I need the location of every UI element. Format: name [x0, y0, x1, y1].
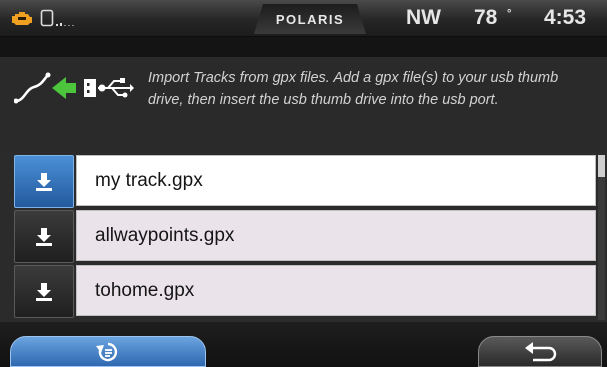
scrollbar-track[interactable] [598, 155, 605, 320]
info-panel: Import Tracks from gpx files. Add a gpx … [0, 57, 607, 152]
import-button[interactable] [14, 155, 74, 208]
brand-tab[interactable]: POLARIS [254, 4, 366, 34]
engine-warning-icon[interactable] [10, 9, 34, 27]
file-name-field[interactable]: my track.gpx [76, 155, 596, 206]
file-name-field[interactable]: allwaypoints.gpx [76, 210, 596, 261]
back-button[interactable] [478, 336, 602, 367]
route-recalc-button[interactable] [10, 336, 206, 367]
temperature-unit: ° [507, 8, 512, 20]
file-name: my track.gpx [95, 169, 203, 191]
track-icon [14, 72, 51, 104]
clock: 4:53 [544, 6, 587, 29]
file-name-field[interactable]: tohome.gpx [76, 265, 596, 316]
list-item[interactable]: my track.gpx [14, 155, 598, 208]
import-button[interactable] [14, 265, 74, 318]
file-name: allwaypoints.gpx [95, 224, 235, 246]
list-item[interactable]: tohome.gpx [14, 265, 598, 318]
brand-logo: POLARIS [275, 11, 345, 27]
phone-icon [40, 9, 54, 27]
file-name: tohome.gpx [95, 279, 195, 301]
import-arrow-icon [52, 77, 76, 99]
import-button[interactable] [14, 210, 74, 263]
route-recalc-icon [96, 342, 118, 361]
compass-heading: NW [406, 6, 441, 29]
import-instructions: Import Tracks from gpx files. Add a gpx … [148, 70, 559, 108]
download-icon [36, 172, 52, 191]
usb-icon [84, 78, 134, 98]
divider-strip [0, 37, 607, 57]
gpx-file-list: my track.gpx allwaypoints.gpx tohome.gpx [14, 155, 598, 320]
back-icon [525, 341, 557, 361]
download-icon [36, 227, 52, 246]
import-graphic [14, 72, 134, 104]
signal-icon [56, 23, 74, 26]
scrollbar-thumb[interactable] [598, 155, 605, 177]
status-bar: POLARIS NW 78 ° 4:53 [0, 0, 607, 37]
temperature-value: 78 [474, 6, 498, 29]
download-icon [36, 282, 52, 301]
list-item[interactable]: allwaypoints.gpx [14, 210, 598, 263]
